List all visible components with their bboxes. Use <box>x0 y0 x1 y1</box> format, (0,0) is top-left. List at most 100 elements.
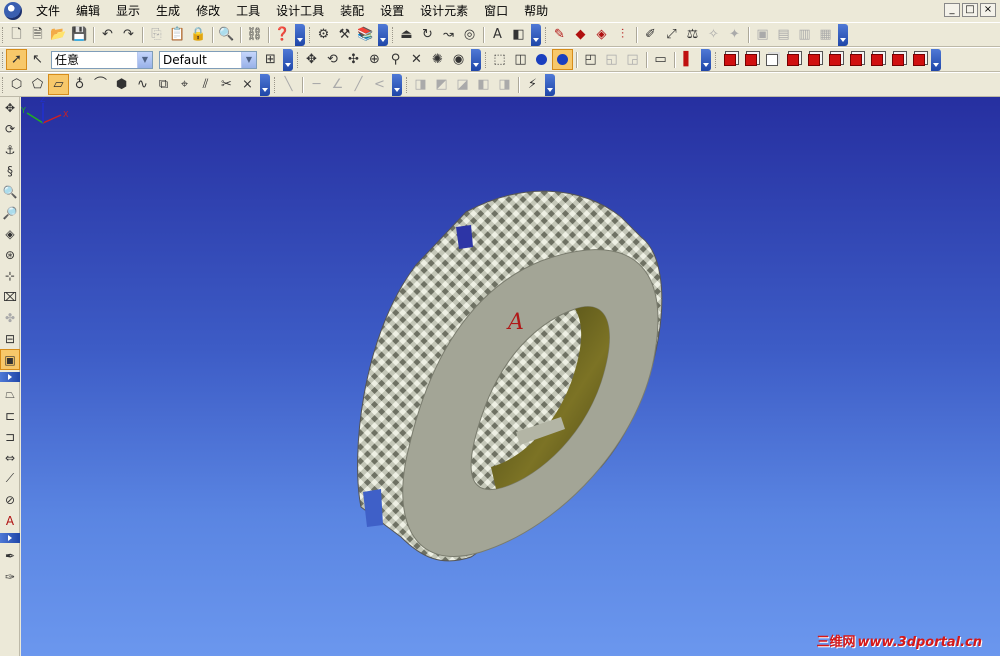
wireframe-icon[interactable]: ⬚ <box>489 49 510 70</box>
find-icon[interactable]: 🔍 <box>216 24 237 45</box>
orbit-icon[interactable]: ⊛ <box>0 244 20 265</box>
render-settings-icon[interactable]: ✤ <box>0 307 20 328</box>
rotate-handle-icon[interactable]: ⟳ <box>0 118 20 139</box>
lock-icon[interactable]: 🔒 <box>188 24 209 45</box>
view-iso-icon[interactable] <box>845 49 866 70</box>
toolbar-options-icon[interactable] <box>471 48 481 71</box>
look-icon[interactable]: ✕ <box>406 49 427 70</box>
camera-view-icon[interactable]: ◈ <box>0 223 20 244</box>
walk-icon[interactable]: ⚲ <box>385 49 406 70</box>
move-handle-icon[interactable]: ✥ <box>0 97 20 118</box>
hierarchy-icon[interactable]: ⊞ <box>260 49 281 70</box>
disabled-tool-icon[interactable]: ▣ <box>752 24 773 45</box>
move-icon[interactable]: ✥ <box>301 49 322 70</box>
toolbar-options-icon[interactable] <box>838 23 848 46</box>
zoom-icon[interactable]: ⊕ <box>364 49 385 70</box>
fill-icon[interactable]: ◆ <box>570 24 591 45</box>
toolbar-options-icon[interactable] <box>378 23 388 46</box>
sketch-rect-icon[interactable]: ⊏ <box>0 405 20 426</box>
menu-file[interactable]: 文件 <box>28 1 68 21</box>
spline-icon[interactable]: ∿ <box>132 74 153 95</box>
disabled-tool-icon[interactable]: ✦ <box>724 24 745 45</box>
sketch-circle-icon[interactable]: ⊘ <box>0 489 20 510</box>
pan-icon[interactable]: ✣ <box>343 49 364 70</box>
new-file-icon[interactable]: 🗋 <box>6 24 27 45</box>
eyedropper-icon[interactable]: ✒ <box>0 545 20 566</box>
hidden-line-icon[interactable]: ◫ <box>510 49 531 70</box>
camera-icon[interactable]: ◉ <box>448 49 469 70</box>
menu-assembly[interactable]: 装配 <box>332 1 372 21</box>
curve-tool-icon[interactable]: ⬡ <box>6 74 27 95</box>
light-source-icon[interactable]: ⊹ <box>0 265 20 286</box>
zoom-out-icon[interactable]: 🔎 <box>0 202 20 223</box>
sketch-plane-icon[interactable]: ⏢ <box>0 384 20 405</box>
pointer-icon[interactable]: ↖ <box>27 49 48 70</box>
boolean-disabled-icon[interactable]: ◨ <box>410 74 431 95</box>
project-icon[interactable]: ⌖ <box>174 74 195 95</box>
line-disabled-icon[interactable]: ╲ <box>278 74 299 95</box>
minimize-button[interactable]: _ <box>944 3 960 17</box>
close-button[interactable]: × <box>980 3 996 17</box>
menu-design-tools[interactable]: 设计工具 <box>268 1 332 21</box>
undo-icon[interactable]: ↶ <box>97 24 118 45</box>
trim-icon[interactable]: ✂ <box>216 74 237 95</box>
thread-icon[interactable]: ⫶ <box>612 24 633 45</box>
chevron-disabled-icon[interactable]: < <box>369 74 390 95</box>
toolbox-icon[interactable]: ⊟ <box>0 328 20 349</box>
anchor-icon[interactable]: ⚓ <box>0 139 20 160</box>
measure-icon[interactable]: ⚡ <box>522 74 543 95</box>
realistic-icon[interactable] <box>552 49 573 70</box>
shaded-icon[interactable] <box>531 49 552 70</box>
light-icon[interactable]: ✺ <box>427 49 448 70</box>
extrude-icon[interactable]: ⏏ <box>396 24 417 45</box>
boolean-disabled-icon[interactable]: ◩ <box>431 74 452 95</box>
toolbar-expand-icon[interactable] <box>0 372 20 382</box>
loop-icon[interactable]: ♁ <box>69 74 90 95</box>
shell-icon[interactable]: ◧ <box>508 24 529 45</box>
revolve-icon[interactable]: ↻ <box>417 24 438 45</box>
menu-design-elements[interactable]: 设计元素 <box>412 1 476 21</box>
select-arrow-icon[interactable]: ➚ <box>6 49 27 70</box>
menu-display[interactable]: 显示 <box>108 1 148 21</box>
catalog-icon[interactable]: 📚 <box>355 24 376 45</box>
box-view-icon[interactable]: ◰ <box>580 49 601 70</box>
menu-help[interactable]: 帮助 <box>516 1 556 21</box>
view-direction-select[interactable]: 任意 ▼ <box>51 50 153 69</box>
text-icon[interactable]: A <box>487 24 508 45</box>
toolbar-options-icon[interactable] <box>701 48 711 71</box>
knurled-ring-model[interactable]: A <box>21 97 1000 656</box>
loft-icon[interactable]: ◎ <box>459 24 480 45</box>
delete-curve-icon[interactable]: ⨯ <box>237 74 258 95</box>
chevron-down-icon[interactable]: ▼ <box>137 51 152 68</box>
view-iso2-icon[interactable] <box>866 49 887 70</box>
view-left-icon[interactable] <box>761 49 782 70</box>
toolbar-expand-icon[interactable] <box>0 533 20 543</box>
toolbar-options-icon[interactable] <box>531 23 541 46</box>
view-top-icon[interactable] <box>803 49 824 70</box>
hline-disabled-icon[interactable]: ─ <box>306 74 327 95</box>
red-book-icon[interactable]: ▌ <box>678 49 699 70</box>
style-select[interactable]: Default ▼ <box>159 50 257 69</box>
toolbar-options-icon[interactable] <box>260 73 270 96</box>
sweep-icon[interactable]: ↝ <box>438 24 459 45</box>
sketch-mirror-icon[interactable]: ⇔ <box>0 447 20 468</box>
paint-bucket-icon[interactable]: ▣ <box>0 349 20 370</box>
window-frame-icon[interactable]: ▭ <box>650 49 671 70</box>
disabled-tool-icon[interactable]: ▤ <box>773 24 794 45</box>
boolean-disabled-icon[interactable]: ◪ <box>452 74 473 95</box>
arc-icon[interactable]: ⌒ <box>90 74 111 95</box>
view-bottom-icon[interactable] <box>824 49 845 70</box>
restore-button[interactable]: □ <box>962 3 978 17</box>
spin-icon[interactable]: § <box>0 160 20 181</box>
constraint-icon[interactable]: ⚖ <box>682 24 703 45</box>
zoom-in-icon[interactable]: 🔍 <box>0 181 20 202</box>
menu-modify[interactable]: 修改 <box>188 1 228 21</box>
menu-edit[interactable]: 编辑 <box>68 1 108 21</box>
cube-icon[interactable]: ⬢ <box>111 74 132 95</box>
menu-settings[interactable]: 设置 <box>372 1 412 21</box>
sketch-line-icon[interactable]: ⟋ <box>0 468 20 489</box>
paste-disabled-icon[interactable]: 📋 <box>167 24 188 45</box>
box-view-disabled-icon[interactable]: ◱ <box>601 49 622 70</box>
menu-tools[interactable]: 工具 <box>228 1 268 21</box>
sketch-offset-icon[interactable]: ⊐ <box>0 426 20 447</box>
